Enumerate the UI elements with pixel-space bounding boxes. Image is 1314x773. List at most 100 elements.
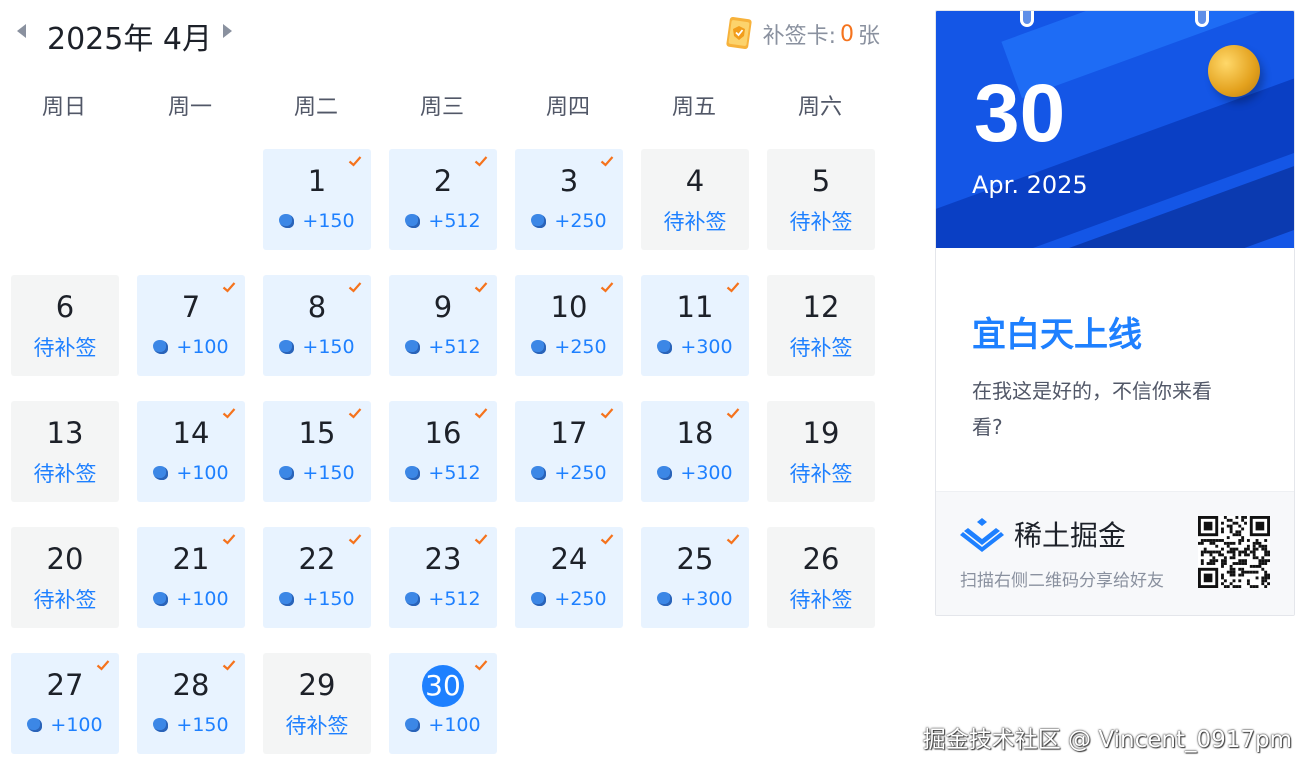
calendar-day-cell[interactable]: 6 待补签 — [11, 275, 119, 376]
day-number-text: 15 — [298, 416, 336, 450]
day-number: 14 — [137, 415, 245, 451]
reward-value: +512 — [428, 462, 481, 484]
calendar-day-cell[interactable]: 18 +300 — [641, 401, 749, 502]
pending-makeup-label: 待补签 — [33, 588, 97, 612]
reward-value: +150 — [176, 714, 229, 736]
pending-makeup-label: 待补签 — [663, 210, 727, 234]
calendar-day-cell[interactable]: 15 +150 — [263, 401, 371, 502]
day-number-text: 1 — [307, 164, 327, 198]
binder-ring-icon — [1195, 11, 1209, 27]
check-icon — [600, 534, 614, 545]
calendar-day-cell[interactable]: 12 待补签 — [767, 275, 875, 376]
ore-icon — [279, 466, 295, 480]
calendar-day-cell[interactable]: 1 +150 — [263, 149, 371, 250]
day-number-text: 5 — [811, 164, 831, 198]
calendar-day-cell[interactable]: 17 +250 — [515, 401, 623, 502]
calendar-day-cell[interactable]: 2 +512 — [389, 149, 497, 250]
brand-name: 稀土掘金 — [1014, 519, 1127, 552]
reward: +100 — [137, 335, 245, 359]
day-number: 12 — [767, 289, 875, 325]
reward: +100 — [389, 713, 497, 737]
calendar-day-cell[interactable]: 10 +250 — [515, 275, 623, 376]
day-number: 15 — [263, 415, 371, 451]
day-number: 22 — [263, 541, 371, 577]
day-number-text: 10 — [550, 290, 588, 324]
calendar-day-cell[interactable]: 16 +512 — [389, 401, 497, 502]
calendar-day-cell[interactable]: 21 +100 — [137, 527, 245, 628]
day-number: 17 — [515, 415, 623, 451]
reward: +300 — [641, 587, 749, 611]
card-banner: 30 Apr. 2025 — [936, 11, 1294, 248]
reward: +100 — [11, 713, 119, 737]
day-number: 7 — [137, 289, 245, 325]
day-number-text: 23 — [424, 542, 462, 576]
calendar-day-cell[interactable]: 3 +250 — [515, 149, 623, 250]
calendar-day-cell[interactable]: 23 +512 — [389, 527, 497, 628]
calendar-day-cell[interactable]: 24 +250 — [515, 527, 623, 628]
calendar-day-cell[interactable]: 7 +100 — [137, 275, 245, 376]
qr-code-icon[interactable] — [1198, 516, 1270, 588]
calendar-day-cell[interactable]: 11 +300 — [641, 275, 749, 376]
day-number: 24 — [515, 541, 623, 577]
reward-value: +300 — [680, 336, 733, 358]
calendar-day-cell[interactable]: 14 +100 — [137, 401, 245, 502]
reward: +512 — [389, 335, 497, 359]
pending-makeup-label: 待补签 — [789, 336, 853, 360]
calendar-day-cell[interactable]: 25 +300 — [641, 527, 749, 628]
reward-value: +100 — [428, 714, 481, 736]
check-icon — [348, 408, 362, 419]
day-number-text: 11 — [676, 290, 714, 324]
reward-value: +300 — [680, 462, 733, 484]
day-number: 18 — [641, 415, 749, 451]
calendar-day-cell[interactable]: 4 待补签 — [641, 149, 749, 250]
calendar-day-cell[interactable]: 27 +100 — [11, 653, 119, 754]
juejin-logo-icon — [960, 518, 1004, 552]
check-icon — [726, 408, 740, 419]
calendar-day-cell[interactable]: 26 待补签 — [767, 527, 875, 628]
calendar-day-cell[interactable]: 19 待补签 — [767, 401, 875, 502]
ore-icon — [405, 718, 421, 732]
check-icon — [600, 408, 614, 419]
pending-makeup-label: 待补签 — [33, 462, 97, 486]
calendar-day-cell[interactable]: 22 +150 — [263, 527, 371, 628]
check-icon — [474, 534, 488, 545]
binder-ring-icon — [1020, 11, 1034, 27]
reward: +512 — [389, 461, 497, 485]
day-number: 13 — [11, 415, 119, 451]
card-big-day: 30 — [974, 68, 1066, 159]
pending-makeup-label: 待补签 — [285, 714, 349, 738]
calendar-day-cell[interactable]: 9 +512 — [389, 275, 497, 376]
day-number-text: 6 — [55, 290, 75, 324]
day-number-text: 28 — [172, 668, 210, 702]
day-number: 8 — [263, 289, 371, 325]
ore-icon — [531, 592, 547, 606]
check-icon — [600, 282, 614, 293]
calendar-day-cell[interactable]: 20 待补签 — [11, 527, 119, 628]
day-number-text: 4 — [685, 164, 705, 198]
day-number: 1 — [263, 163, 371, 199]
ore-icon — [405, 466, 421, 480]
calendar-day-cell[interactable]: 5 待补签 — [767, 149, 875, 250]
ore-icon — [657, 592, 673, 606]
day-number-text: 18 — [676, 416, 714, 450]
reward-value: +250 — [554, 462, 607, 484]
calendar-grid: 1 +150 2 +512 3 +250 4 待补签 5 待补签 6 待补签 7 +100 8 +150 9 +5… — [0, 0, 900, 773]
day-number-text: 30 — [422, 665, 464, 707]
reward-value: +300 — [680, 588, 733, 610]
day-number: 21 — [137, 541, 245, 577]
card-slogan: 宜白天上线 — [972, 315, 1142, 355]
calendar-day-cell[interactable]: 29 待补签 — [263, 653, 371, 754]
day-number-text: 2 — [433, 164, 453, 198]
day-number: 4 — [641, 163, 749, 199]
ore-icon — [657, 340, 673, 354]
day-number-text: 22 — [298, 542, 336, 576]
calendar-day-cell[interactable]: 13 待补签 — [11, 401, 119, 502]
day-number: 28 — [137, 667, 245, 703]
calendar-day-cell[interactable]: 28 +150 — [137, 653, 245, 754]
day-number-text: 25 — [676, 542, 714, 576]
day-number: 2 — [389, 163, 497, 199]
day-number: 29 — [263, 667, 371, 703]
calendar-day-cell[interactable]: 30 +100 — [389, 653, 497, 754]
day-number-text: 26 — [802, 542, 840, 576]
calendar-day-cell[interactable]: 8 +150 — [263, 275, 371, 376]
